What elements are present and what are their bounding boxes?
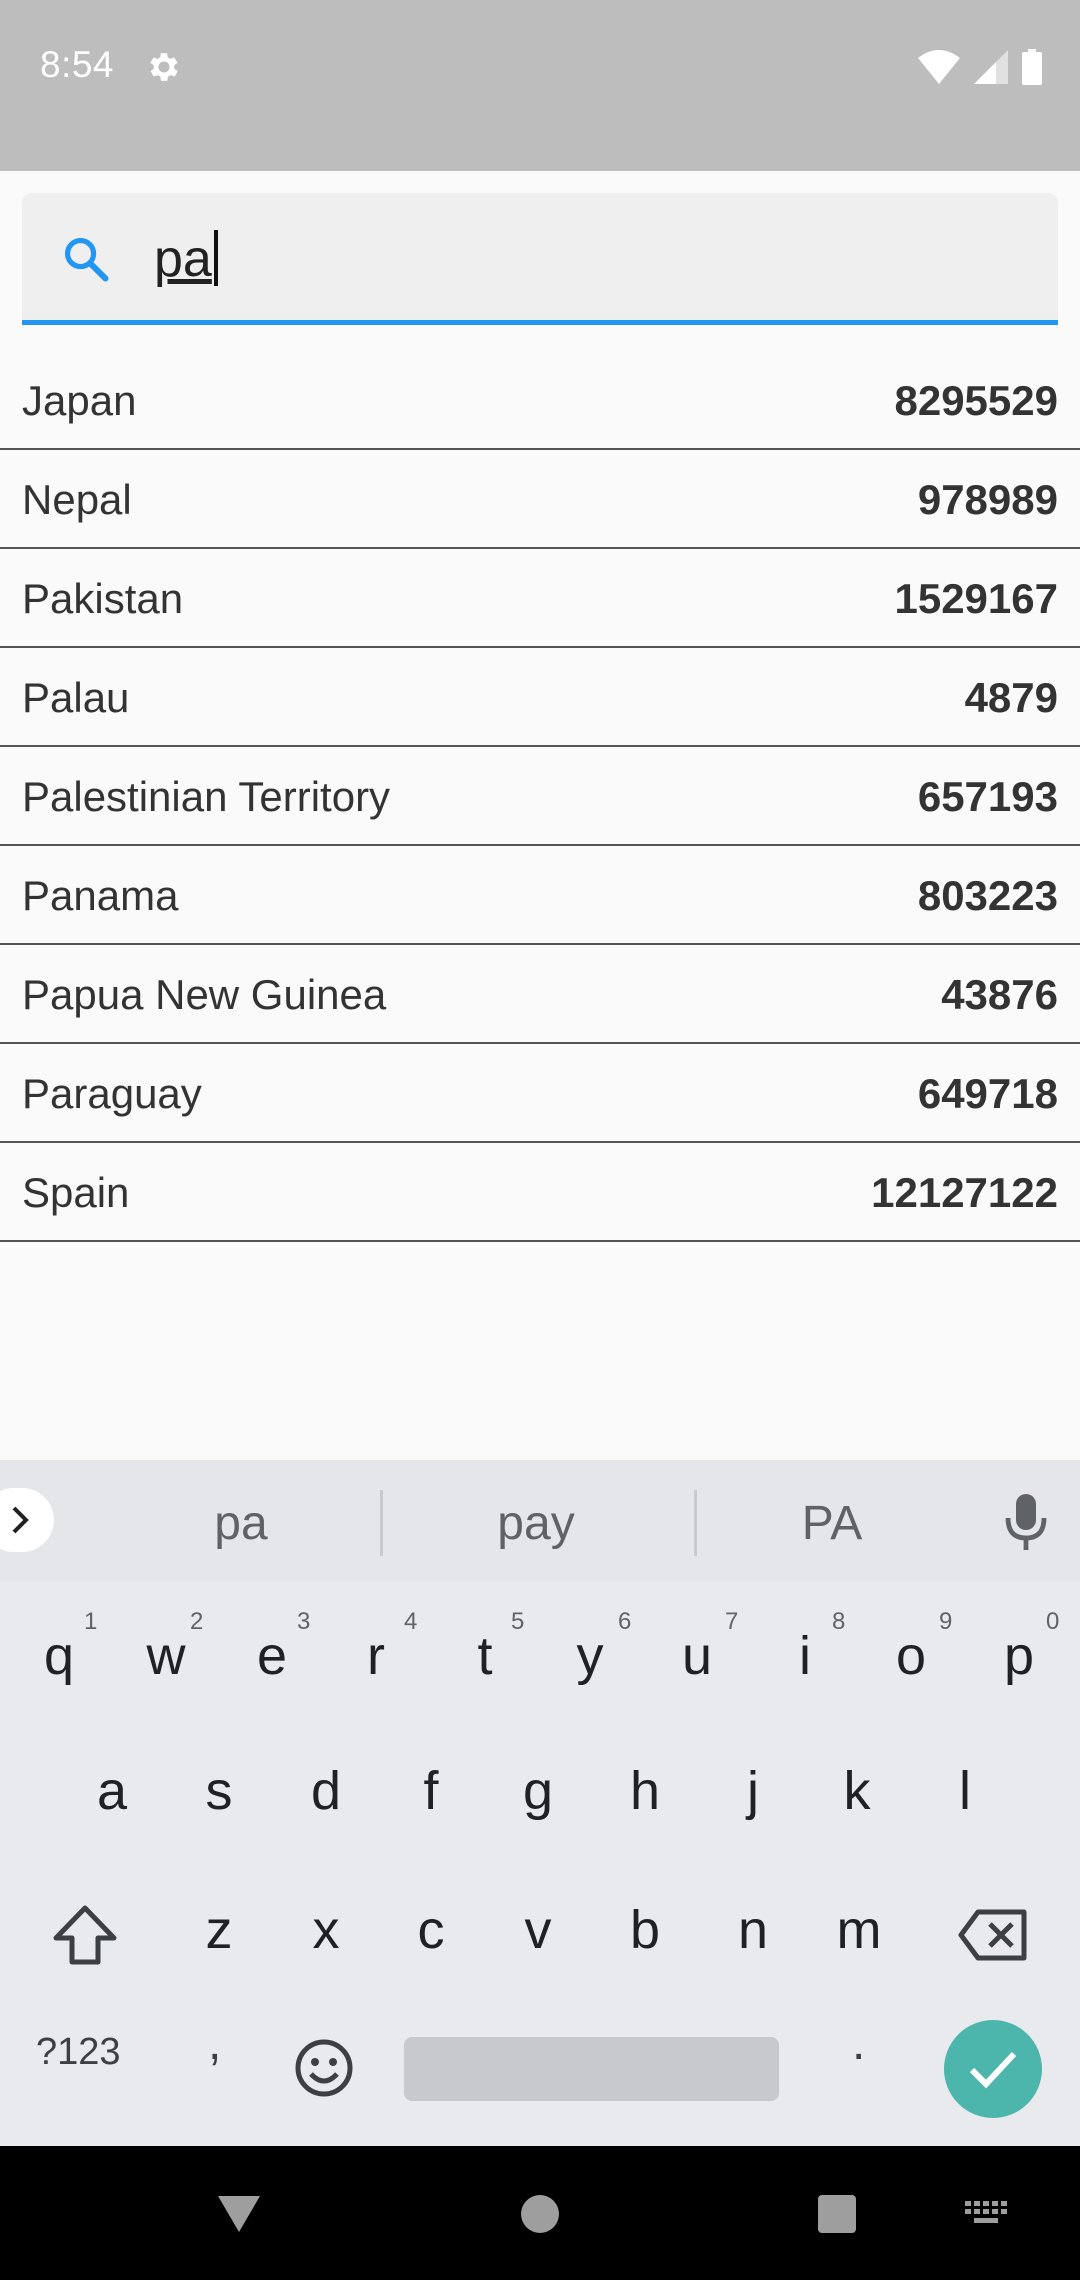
list-item[interactable]: Panama 803223 <box>0 846 1080 945</box>
country-name: Spain <box>22 1169 130 1216</box>
country-name: Palau <box>22 674 130 721</box>
key-x[interactable]: x <box>281 1870 371 1990</box>
key-h[interactable]: h <box>600 1731 690 1851</box>
status-time: 8:54 <box>40 44 115 85</box>
country-name: Paraguay <box>22 1070 202 1117</box>
expand-toolbar-button[interactable] <box>0 1488 54 1552</box>
comma-key[interactable]: , <box>208 2016 221 2071</box>
search-icon <box>64 237 109 282</box>
suggestion-strip: pa pay PA <box>0 1460 1080 1582</box>
period-key[interactable]: . <box>852 2016 865 2071</box>
key-hint-8: 8 <box>832 1608 846 1635</box>
list-item[interactable]: Nepal 978989 <box>0 450 1080 549</box>
key-hint-4: 4 <box>404 1608 418 1635</box>
country-value: 803223 <box>917 872 1058 919</box>
battery-icon <box>1022 49 1042 85</box>
list-item[interactable]: Spain 12127122 <box>0 1143 1080 1242</box>
list-item[interactable]: Pakistan 1529167 <box>0 549 1080 648</box>
suggestion-divider <box>694 1490 697 1556</box>
list-item[interactable]: Paraguay 649718 <box>0 1044 1080 1143</box>
key-hint-7: 7 <box>725 1608 739 1635</box>
search-field[interactable]: pa <box>22 193 1058 325</box>
key-m[interactable]: m <box>814 1870 904 1990</box>
key-f[interactable]: f <box>386 1731 476 1851</box>
key-n[interactable]: n <box>708 1870 798 1990</box>
space-bar[interactable] <box>404 2037 779 2101</box>
country-value: 8295529 <box>894 377 1058 424</box>
country-value: 4879 <box>964 674 1058 721</box>
country-value: 649718 <box>917 1070 1058 1117</box>
key-hint-9: 9 <box>939 1608 953 1635</box>
key-g[interactable]: g <box>493 1731 583 1851</box>
country-list: Japan 8295529 Nepal 978989 Pakistan 1529… <box>0 351 1080 1242</box>
list-item[interactable]: Palestinian Territory 657193 <box>0 747 1080 846</box>
recents-icon[interactable] <box>816 2193 858 2235</box>
key-l[interactable]: l <box>920 1731 1010 1851</box>
home-icon[interactable] <box>519 2193 561 2235</box>
key-hint-6: 6 <box>618 1608 632 1635</box>
key-c[interactable]: c <box>386 1870 476 1990</box>
country-value: 12127122 <box>871 1169 1058 1216</box>
key-hint-3: 3 <box>297 1608 311 1635</box>
soft-keyboard: pa pay PA q w e r t y u i o p 1 2 3 4 5 … <box>0 1460 1080 2146</box>
country-value: 1529167 <box>894 575 1058 622</box>
microphone-icon[interactable] <box>1004 1494 1048 1550</box>
checkmark-icon <box>969 2051 1017 2089</box>
country-name: Pakistan <box>22 575 184 622</box>
country-name: Japan <box>22 377 137 424</box>
key-hint-0: 0 <box>1046 1608 1060 1635</box>
symbols-key[interactable]: ?123 <box>36 2031 121 2074</box>
suggestion-1[interactable]: pa <box>141 1496 341 1551</box>
country-value: 978989 <box>917 476 1058 523</box>
settings-gear-icon <box>150 53 178 81</box>
text-caret <box>213 230 218 286</box>
search-input[interactable]: pa <box>154 223 218 295</box>
keyboard-switch-icon[interactable] <box>965 2201 1009 2229</box>
enter-key[interactable] <box>944 2020 1042 2118</box>
key-z[interactable]: z <box>174 1870 264 1990</box>
search-query: pa <box>154 230 212 288</box>
key-a[interactable]: a <box>67 1731 157 1851</box>
country-value: 657193 <box>917 773 1058 820</box>
list-item[interactable]: Papua New Guinea 43876 <box>0 945 1080 1044</box>
key-hint-1: 1 <box>84 1608 98 1635</box>
chevron-right-icon <box>12 1506 29 1534</box>
country-value: 43876 <box>941 971 1058 1018</box>
key-hint-2: 2 <box>190 1608 204 1635</box>
key-v[interactable]: v <box>493 1870 583 1990</box>
status-icons <box>918 48 1042 86</box>
country-name: Papua New Guinea <box>22 971 387 1018</box>
backspace-icon[interactable] <box>958 1908 1028 1962</box>
navigation-bar <box>0 2146 1080 2280</box>
key-hint-5: 5 <box>511 1608 525 1635</box>
key-j[interactable]: j <box>708 1731 798 1851</box>
back-icon[interactable] <box>216 2194 262 2234</box>
wifi-icon <box>918 50 960 84</box>
shift-icon[interactable] <box>52 1904 118 1966</box>
emoji-icon[interactable] <box>294 2038 354 2098</box>
list-item[interactable]: Palau 4879 <box>0 648 1080 747</box>
country-name: Palestinian Territory <box>22 773 391 820</box>
status-bar: 8:54 <box>0 0 1080 171</box>
key-s[interactable]: s <box>174 1731 264 1851</box>
suggestion-3[interactable]: PA <box>732 1496 932 1551</box>
cell-signal-icon <box>974 50 1008 84</box>
key-b[interactable]: b <box>600 1870 690 1990</box>
country-name: Panama <box>22 872 179 919</box>
suggestion-divider <box>380 1490 383 1556</box>
key-k[interactable]: k <box>812 1731 902 1851</box>
suggestion-2[interactable]: pay <box>436 1496 636 1551</box>
key-d[interactable]: d <box>281 1731 371 1851</box>
country-name: Nepal <box>22 476 132 523</box>
list-item[interactable]: Japan 8295529 <box>0 351 1080 450</box>
